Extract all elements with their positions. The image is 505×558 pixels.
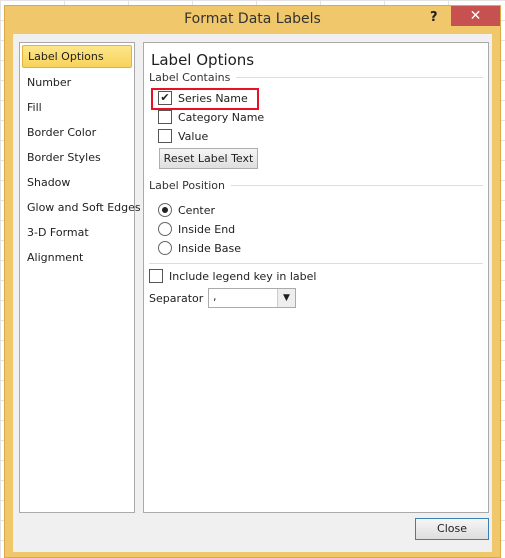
label-position-section: Label Position <box>149 179 483 192</box>
inside-end-radio[interactable]: Inside End <box>158 222 235 236</box>
nav-shadow[interactable]: Shadow <box>20 170 134 195</box>
separator-label: Separator <box>149 292 204 305</box>
dialog-title: Format Data Labels <box>184 11 321 27</box>
chevron-down-icon[interactable]: ▼ <box>277 289 295 307</box>
nav-glow[interactable]: Glow and Soft Edges <box>20 195 141 220</box>
separator-dropdown[interactable]: , ▼ <box>208 288 296 308</box>
check-icon: ✔ <box>158 91 172 105</box>
divider <box>149 263 483 264</box>
format-data-labels-dialog: Format Data Labels ? ✕ Label Options Num… <box>4 5 501 558</box>
label-contains-section: Label Contains <box>149 71 483 84</box>
close-icon[interactable]: ✕ <box>451 6 500 26</box>
nav-border-styles[interactable]: Border Styles <box>20 145 134 170</box>
nav-number[interactable]: Number <box>20 70 134 95</box>
center-radio[interactable]: Center <box>158 203 215 217</box>
nav-border-color[interactable]: Border Color <box>20 120 134 145</box>
close-button[interactable]: Close <box>415 518 489 540</box>
nav-alignment[interactable]: Alignment <box>20 245 134 270</box>
include-legend-key-checkbox[interactable]: Include legend key in label <box>149 269 316 283</box>
panel-heading: Label Options <box>151 51 255 69</box>
label-options-panel: Label Options Label Contains ✔ Series Nam… <box>143 42 489 513</box>
nav-label-options[interactable]: Label Options <box>22 45 132 68</box>
category-name-checkbox[interactable]: Category Name <box>158 110 264 124</box>
help-button[interactable]: ? <box>430 6 438 30</box>
inside-base-radio[interactable]: Inside Base <box>158 241 241 255</box>
reset-label-text-button[interactable]: Reset Label Text <box>159 148 258 169</box>
value-checkbox[interactable]: Value <box>158 129 208 143</box>
category-nav: Label Options Number Fill Border Color B… <box>19 42 141 513</box>
nav-fill[interactable]: Fill <box>20 95 134 120</box>
nav-3d-format[interactable]: 3-D Format <box>20 220 134 245</box>
series-name-checkbox[interactable]: ✔ Series Name <box>158 91 248 105</box>
